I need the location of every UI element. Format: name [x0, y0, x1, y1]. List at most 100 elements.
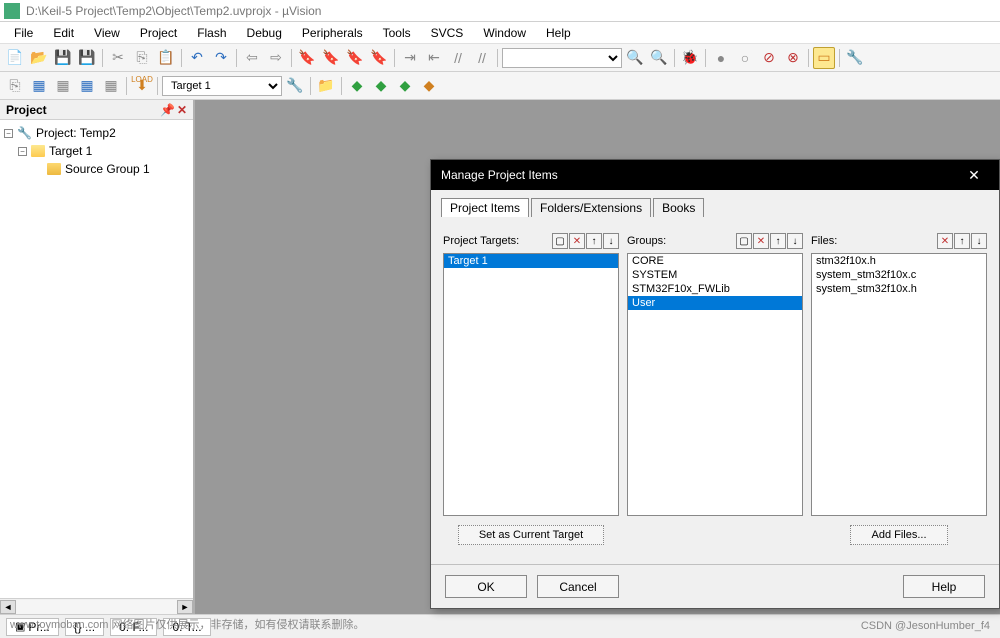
new-group-icon[interactable]: ▢ — [736, 233, 752, 249]
bookmark-icon[interactable]: 🔖 — [296, 47, 318, 69]
select-packs-icon[interactable]: ◆ — [370, 75, 392, 97]
menu-view[interactable]: View — [84, 24, 130, 42]
breakpoint-enable-icon[interactable]: ○ — [734, 47, 756, 69]
move-down-icon[interactable]: ↓ — [971, 233, 987, 249]
new-target-icon[interactable]: ▢ — [552, 233, 568, 249]
tree-group[interactable]: Source Group 1 — [4, 160, 189, 178]
books-icon[interactable]: ◆ — [418, 75, 440, 97]
menu-window[interactable]: Window — [473, 24, 536, 42]
debug-icon[interactable]: 🐞 — [679, 47, 701, 69]
bookmark-next-icon[interactable]: 🔖 — [344, 47, 366, 69]
delete-target-icon[interactable]: ✕ — [569, 233, 585, 249]
scroll-track[interactable] — [16, 600, 177, 614]
save-icon[interactable]: 💾 — [52, 47, 74, 69]
stop-build-icon[interactable]: ▦ — [100, 75, 122, 97]
list-item[interactable]: system_stm32f10x.h — [812, 282, 986, 296]
move-up-icon[interactable]: ↑ — [770, 233, 786, 249]
copy-icon[interactable]: ⎘ — [131, 47, 153, 69]
menu-debug[interactable]: Debug — [237, 24, 292, 42]
move-up-icon[interactable]: ↑ — [586, 233, 602, 249]
cut-icon[interactable]: ✂ — [107, 47, 129, 69]
find-in-files-icon[interactable]: 🔍 — [648, 47, 670, 69]
separator — [705, 49, 706, 67]
tree-target[interactable]: − Target 1 — [4, 142, 189, 160]
menu-help[interactable]: Help — [536, 24, 581, 42]
breakpoint-disable-icon[interactable]: ⊘ — [758, 47, 780, 69]
scroll-left-icon[interactable]: ◄ — [0, 600, 16, 614]
indent-icon[interactable]: ⇥ — [399, 47, 421, 69]
manage-rte-icon[interactable]: ◆ — [346, 75, 368, 97]
nav-fwd-icon[interactable]: ⇨ — [265, 47, 287, 69]
move-up-icon[interactable]: ↑ — [954, 233, 970, 249]
list-item[interactable]: STM32F10x_FWLib — [628, 282, 802, 296]
manage-items-icon[interactable]: 📁 — [315, 75, 337, 97]
bookmark-prev-icon[interactable]: 🔖 — [320, 47, 342, 69]
target-options-icon[interactable]: 🔧 — [284, 75, 306, 97]
open-file-icon[interactable]: 📂 — [28, 47, 50, 69]
cancel-button[interactable]: Cancel — [537, 575, 619, 598]
list-item[interactable]: stm32f10x.h — [812, 254, 986, 268]
pack-installer-icon[interactable]: ◆ — [394, 75, 416, 97]
menu-edit[interactable]: Edit — [43, 24, 84, 42]
delete-group-icon[interactable]: ✕ — [753, 233, 769, 249]
targets-listbox[interactable]: Target 1 — [443, 253, 619, 516]
tree-root[interactable]: − 🔧 Project: Temp2 — [4, 124, 189, 142]
menu-tools[interactable]: Tools — [373, 24, 421, 42]
menu-flash[interactable]: Flash — [187, 24, 236, 42]
tab-books[interactable]: Books — [653, 198, 704, 217]
paste-icon[interactable]: 📋 — [155, 47, 177, 69]
groups-listbox[interactable]: CORE SYSTEM STM32F10x_FWLib User — [627, 253, 803, 516]
tab-folders-extensions[interactable]: Folders/Extensions — [531, 198, 651, 217]
list-item[interactable]: CORE — [628, 254, 802, 268]
breakpoint-kill-icon[interactable]: ⊗ — [782, 47, 804, 69]
translate-icon[interactable]: ⎘ — [4, 75, 26, 97]
project-tree[interactable]: − 🔧 Project: Temp2 − Target 1 Source Gro… — [0, 120, 193, 598]
nav-back-icon[interactable]: ⇦ — [241, 47, 263, 69]
collapse-icon[interactable]: − — [4, 129, 13, 138]
window-icon[interactable]: ▭ — [813, 47, 835, 69]
close-icon[interactable]: ✕ — [959, 167, 989, 184]
outdent-icon[interactable]: ⇤ — [423, 47, 445, 69]
new-file-icon[interactable]: 📄 — [4, 47, 26, 69]
comment-icon[interactable]: // — [447, 47, 469, 69]
collapse-icon[interactable]: − — [18, 147, 27, 156]
files-listbox[interactable]: stm32f10x.h system_stm32f10x.c system_st… — [811, 253, 987, 516]
menu-file[interactable]: File — [4, 24, 43, 42]
list-item[interactable]: Target 1 — [444, 254, 618, 268]
redo-icon[interactable]: ↷ — [210, 47, 232, 69]
menu-peripherals[interactable]: Peripherals — [292, 24, 373, 42]
panel-close-icon[interactable]: ✕ — [177, 103, 187, 117]
bookmark-clear-icon[interactable]: 🔖 — [368, 47, 390, 69]
find-icon[interactable]: 🔍 — [624, 47, 646, 69]
uncomment-icon[interactable]: // — [471, 47, 493, 69]
breakpoint-insert-icon[interactable]: ● — [710, 47, 732, 69]
list-item[interactable]: system_stm32f10x.c — [812, 268, 986, 282]
ok-button[interactable]: OK — [445, 575, 527, 598]
batch-build-icon[interactable]: ▦ — [76, 75, 98, 97]
target-select[interactable]: Target 1 — [162, 76, 282, 96]
dialog-body: Project Targets: ▢ ✕ ↑ ↓ Target 1 Set as… — [431, 217, 999, 564]
move-down-icon[interactable]: ↓ — [603, 233, 619, 249]
add-files-button[interactable]: Add Files... — [850, 525, 947, 545]
configure-icon[interactable]: 🔧 — [844, 47, 866, 69]
rebuild-icon[interactable]: ▦ — [52, 75, 74, 97]
download-icon[interactable]: LOAD⬇ — [131, 75, 153, 97]
find-combo[interactable] — [502, 48, 622, 68]
build-icon[interactable]: ▦ — [28, 75, 50, 97]
attribution-text: CSDN @JesonHumber_f4 — [861, 620, 990, 632]
list-item[interactable]: SYSTEM — [628, 268, 802, 282]
set-current-target-button[interactable]: Set as Current Target — [458, 525, 604, 545]
menu-project[interactable]: Project — [130, 24, 187, 42]
move-down-icon[interactable]: ↓ — [787, 233, 803, 249]
separator — [157, 77, 158, 95]
delete-file-icon[interactable]: ✕ — [937, 233, 953, 249]
scroll-right-icon[interactable]: ► — [177, 600, 193, 614]
undo-icon[interactable]: ↶ — [186, 47, 208, 69]
menu-svcs[interactable]: SVCS — [421, 24, 474, 42]
help-button[interactable]: Help — [903, 575, 985, 598]
save-all-icon[interactable]: 💾 — [76, 47, 98, 69]
tab-project-items[interactable]: Project Items — [441, 198, 529, 217]
panel-pin-icon[interactable]: 📌 — [160, 103, 175, 117]
list-item[interactable]: User — [628, 296, 802, 310]
panel-hscroll[interactable]: ◄ ► — [0, 598, 193, 614]
